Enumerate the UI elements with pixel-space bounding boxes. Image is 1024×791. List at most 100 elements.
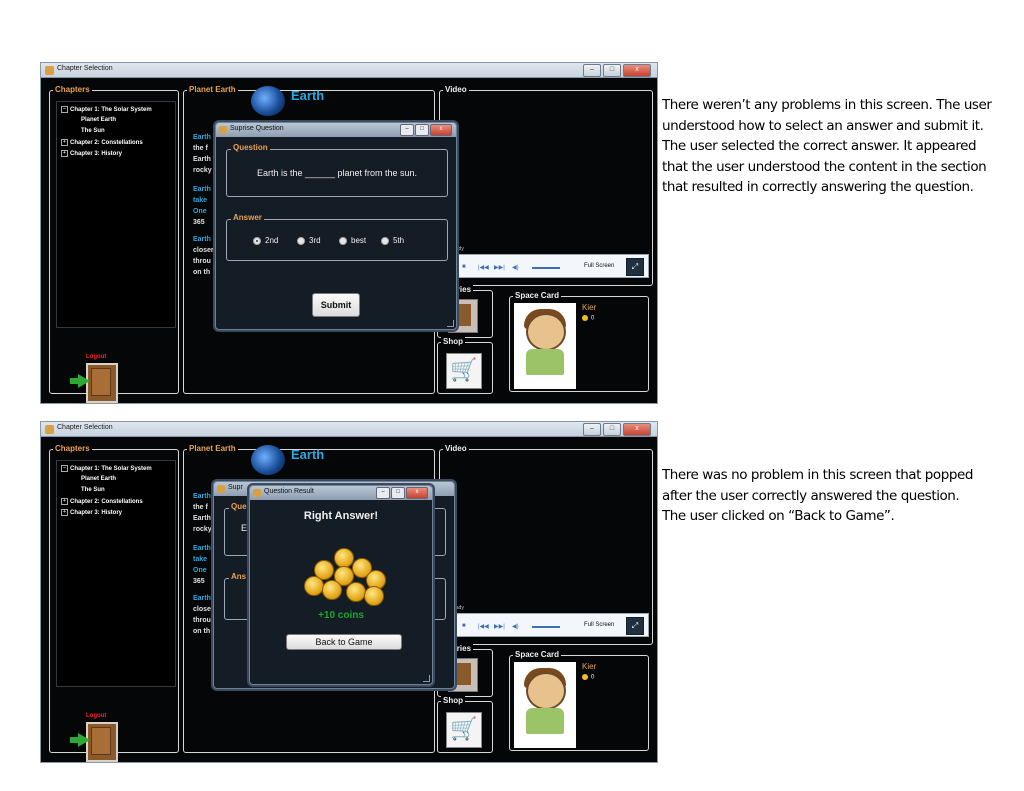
shop-panel[interactable]: Shop 🛒 xyxy=(437,336,493,394)
full-screen-button[interactable]: ⤢ xyxy=(626,258,644,276)
earth-text: Earth xyxy=(193,156,211,163)
dialog-titlebar: Question Result – □ x xyxy=(250,486,432,500)
next-icon[interactable]: ▶▶| xyxy=(494,264,505,271)
expand-icon[interactable]: + xyxy=(61,498,68,505)
video-heading: Video xyxy=(443,443,469,455)
question-text: Earth is the ______ planet from the sun. xyxy=(256,168,418,178)
maximize-button[interactable]: □ xyxy=(391,487,405,499)
minimize-button[interactable]: – xyxy=(583,423,601,436)
tree-item-label: Chapter 1: The Solar System xyxy=(70,107,152,114)
maximize-button[interactable]: □ xyxy=(603,64,621,77)
volume-icon[interactable]: ◀) xyxy=(512,264,519,271)
tree-item-planet-earth[interactable]: Planet Earth xyxy=(81,476,116,482)
submit-button[interactable]: Submit xyxy=(312,293,360,317)
answer-heading: Ans xyxy=(229,572,249,581)
note-line: that the user understood the content in … xyxy=(662,158,987,175)
tree-item-the-sun[interactable]: The Sun xyxy=(81,128,105,134)
radio-icon[interactable] xyxy=(381,236,389,245)
collapse-icon[interactable]: – xyxy=(61,106,68,113)
collapse-icon[interactable]: – xyxy=(61,465,68,472)
expand-icon[interactable]: + xyxy=(61,139,68,146)
note-bottom: There was no problem in this screen that… xyxy=(662,465,973,527)
full-screen-button[interactable]: ⤢ xyxy=(626,617,644,635)
volume-icon[interactable]: ◀) xyxy=(512,623,519,630)
maximize-button[interactable]: □ xyxy=(603,423,621,436)
stop-icon[interactable]: ■ xyxy=(462,623,466,629)
minimize-button[interactable]: – xyxy=(583,64,601,77)
earth-title: Earth xyxy=(291,447,325,462)
earth-text: the f xyxy=(193,145,208,152)
minimize-button[interactable]: – xyxy=(400,124,414,136)
coin-icon xyxy=(582,674,588,680)
media-player-bar: ■ |◀◀ ▶▶| ◀) Full Screen ⤢ xyxy=(453,613,649,637)
answer-option-5th[interactable]: 5th xyxy=(381,236,404,245)
logout-label: Logout xyxy=(86,713,107,719)
note-top: There weren’t any problems in this scree… xyxy=(662,95,992,198)
close-button[interactable]: x xyxy=(623,423,651,436)
earth-title: Earth xyxy=(291,88,325,103)
avatar-shirt xyxy=(526,708,564,734)
volume-slider[interactable] xyxy=(532,267,560,269)
space-card-panel: Space Card Kier 0 xyxy=(509,649,649,751)
back-to-game-button[interactable]: Back to Game xyxy=(286,634,402,650)
dialog-icon xyxy=(253,489,261,497)
tree-item-planet-earth[interactable]: Planet Earth xyxy=(81,117,116,123)
close-button[interactable]: x xyxy=(406,487,428,499)
question-result-dialog: Question Result – □ x Right Answer! +10 … xyxy=(249,485,433,685)
note-line: There was no problem in this screen that… xyxy=(662,467,973,483)
option-label: 2nd xyxy=(265,236,279,245)
space-card-heading: Space Card xyxy=(513,290,562,302)
volume-slider[interactable] xyxy=(532,626,560,628)
maximize-button[interactable]: □ xyxy=(415,124,429,136)
expand-icon[interactable]: + xyxy=(61,150,68,157)
logout-door-icon[interactable] xyxy=(86,722,118,762)
minimize-button[interactable]: – xyxy=(376,487,390,499)
expand-icon[interactable]: + xyxy=(61,509,68,516)
dialog-icon xyxy=(219,126,227,134)
previous-icon[interactable]: |◀◀ xyxy=(478,264,489,271)
full-screen-label: Full Screen xyxy=(584,263,615,269)
window-title: Chapter Selection xyxy=(57,424,113,431)
earth-globe-icon xyxy=(251,445,285,475)
logout-door-icon[interactable] xyxy=(86,363,118,403)
dialog-title: Supr xyxy=(228,484,243,491)
next-icon[interactable]: ▶▶| xyxy=(494,623,505,630)
previous-icon[interactable]: |◀◀ xyxy=(478,623,489,630)
earth-text: throu xyxy=(193,258,211,265)
avatar xyxy=(514,662,576,748)
answer-option-3rd[interactable]: 3rd xyxy=(297,236,321,245)
earth-text: Earth xyxy=(193,134,211,141)
tree-item-label: Chapter 3: History xyxy=(70,151,123,158)
radio-icon[interactable] xyxy=(339,236,347,245)
window-title: Chapter Selection xyxy=(57,65,113,72)
tree-item-chapter-1[interactable]: – Chapter 1: The Solar System xyxy=(61,465,152,472)
resize-grip[interactable] xyxy=(447,320,454,327)
shop-panel[interactable]: Shop 🛒 xyxy=(437,695,493,753)
tree-item-label: Chapter 3: History xyxy=(70,510,123,517)
tree-item-chapter-1[interactable]: – Chapter 1: The Solar System xyxy=(61,106,152,113)
tree-item-label: Chapter 2: Constellations xyxy=(70,140,143,147)
stop-icon[interactable]: ■ xyxy=(462,264,466,270)
coin-count: 0 xyxy=(582,315,594,322)
earth-text: on th xyxy=(193,269,211,276)
answer-option-2nd[interactable]: 2nd xyxy=(253,236,278,245)
tree-item-chapter-3[interactable]: + Chapter 3: History xyxy=(61,509,122,516)
answer-option-best[interactable]: best xyxy=(339,236,366,245)
earth-text: Earth xyxy=(193,236,211,243)
close-button[interactable]: x xyxy=(623,64,651,77)
close-button[interactable]: x xyxy=(430,124,452,136)
shop-heading: Shop xyxy=(441,695,465,707)
tree-item-label: Chapter 1: The Solar System xyxy=(70,466,152,473)
chapters-heading: Chapters xyxy=(53,443,92,455)
tree-item-chapter-3[interactable]: + Chapter 3: History xyxy=(61,150,122,157)
radio-icon[interactable] xyxy=(297,236,305,245)
tree-item-the-sun[interactable]: The Sun xyxy=(81,487,105,493)
tree-item-chapter-2[interactable]: + Chapter 2: Constellations xyxy=(61,139,143,146)
tree-item-chapter-2[interactable]: + Chapter 2: Constellations xyxy=(61,498,143,505)
dialog-title: Question Result xyxy=(264,488,314,495)
coin-value: 0 xyxy=(591,315,595,322)
resize-grip[interactable] xyxy=(423,675,430,682)
radio-selected-icon[interactable] xyxy=(253,236,261,245)
tree-item-label: Chapter 2: Constellations xyxy=(70,499,143,506)
avatar-shirt xyxy=(526,349,564,375)
